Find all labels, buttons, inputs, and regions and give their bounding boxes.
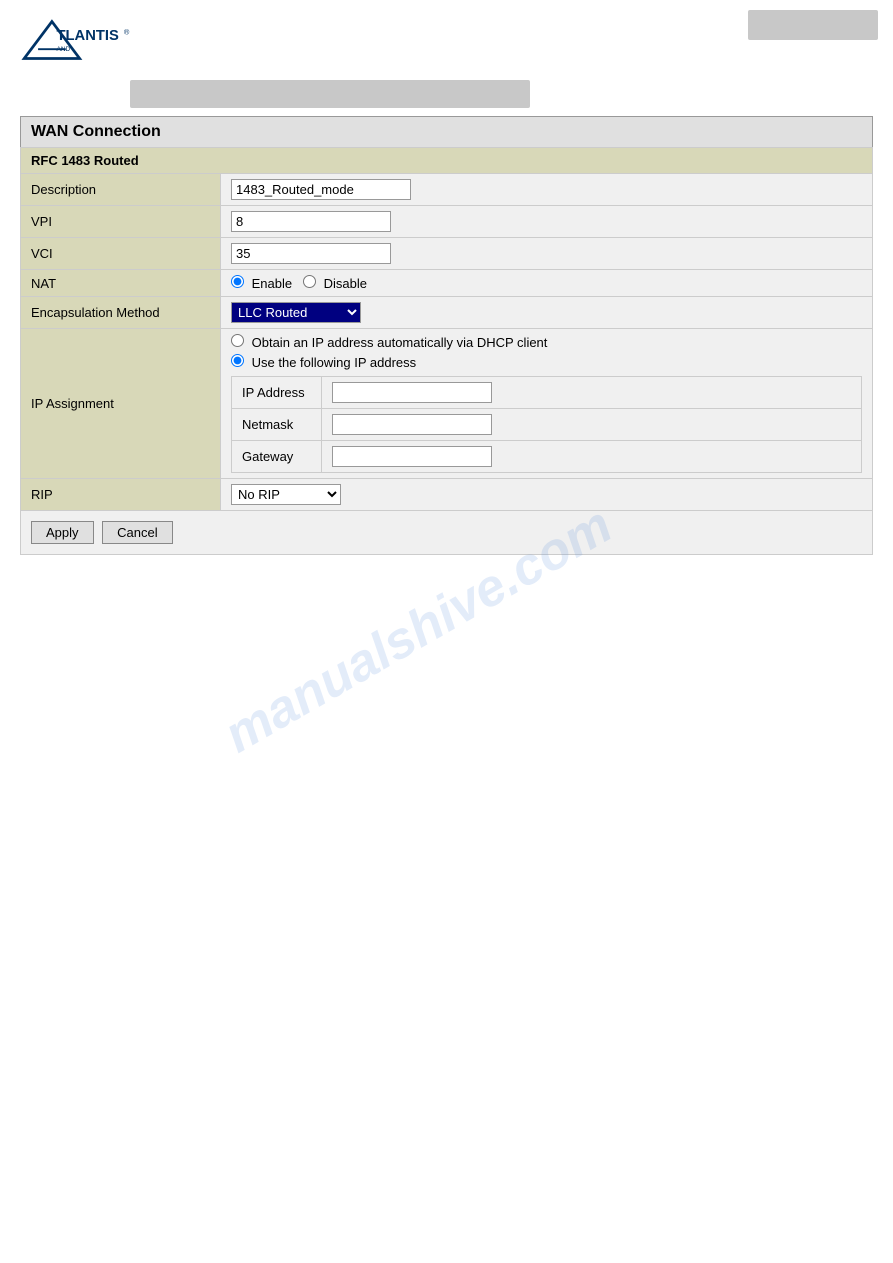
- description-label: Description: [21, 174, 221, 206]
- rip-row: RIP No RIP RIP v1 RIP v2: [21, 479, 873, 511]
- vpi-input[interactable]: [231, 211, 391, 232]
- header: TLANTIS AND ®: [0, 0, 893, 80]
- nat-disable-label[interactable]: Disable: [303, 276, 367, 291]
- nat-disable-text: Disable: [324, 276, 367, 291]
- subheader-cell: RFC 1483 Routed: [21, 148, 873, 174]
- main-content: WAN Connection RFC 1483 Routed Descripti…: [0, 116, 893, 555]
- ip-address-row: IP Address: [232, 377, 862, 409]
- logo-svg: TLANTIS AND ®: [15, 10, 135, 70]
- vci-value-cell: [221, 238, 873, 270]
- netmask-input[interactable]: [332, 414, 492, 435]
- ip-assignment-value-cell: Obtain an IP address automatically via D…: [221, 329, 873, 479]
- encap-select[interactable]: LLC Routed VC Routed: [231, 302, 361, 323]
- ip-manual-radio[interactable]: [231, 354, 244, 367]
- gateway-label: Gateway: [232, 441, 322, 473]
- ip-address-input-cell: [322, 377, 862, 409]
- apply-button[interactable]: Apply: [31, 521, 94, 544]
- nav-bar: [130, 80, 530, 108]
- netmask-input-cell: [322, 409, 862, 441]
- ip-assignment-row: IP Assignment Obtain an IP address autom…: [21, 329, 873, 479]
- vpi-label: VPI: [21, 206, 221, 238]
- description-row: Description: [21, 174, 873, 206]
- vpi-row: VPI: [21, 206, 873, 238]
- section-title: WAN Connection: [20, 116, 873, 147]
- buttons-row: Apply Cancel: [20, 511, 873, 555]
- description-input[interactable]: [231, 179, 411, 200]
- nat-enable-text: Enable: [252, 276, 292, 291]
- description-value-cell: [221, 174, 873, 206]
- svg-text:AND: AND: [57, 46, 71, 53]
- nat-disable-radio[interactable]: [303, 275, 316, 288]
- encap-label: Encapsulation Method: [21, 297, 221, 329]
- vci-input[interactable]: [231, 243, 391, 264]
- vpi-value-cell: [221, 206, 873, 238]
- netmask-row: Netmask: [232, 409, 862, 441]
- ip-manual-text: Use the following IP address: [252, 355, 417, 370]
- rip-select[interactable]: No RIP RIP v1 RIP v2: [231, 484, 341, 505]
- ip-dhcp-radio[interactable]: [231, 334, 244, 347]
- ip-manual-option: Use the following IP address: [231, 354, 862, 370]
- vci-row: VCI: [21, 238, 873, 270]
- ip-dhcp-option: Obtain an IP address automatically via D…: [231, 334, 862, 350]
- svg-text:TLANTIS: TLANTIS: [57, 28, 119, 44]
- encap-value-cell: LLC Routed VC Routed: [221, 297, 873, 329]
- rip-label: RIP: [21, 479, 221, 511]
- netmask-label: Netmask: [232, 409, 322, 441]
- ip-dhcp-text: Obtain an IP address automatically via D…: [252, 335, 548, 350]
- logo-area: TLANTIS AND ®: [15, 10, 135, 70]
- ip-address-label: IP Address: [232, 377, 322, 409]
- subheader-row: RFC 1483 Routed: [21, 148, 873, 174]
- ip-dhcp-label[interactable]: Obtain an IP address automatically via D…: [231, 335, 547, 350]
- logo-image: TLANTIS AND ®: [15, 10, 135, 70]
- form-table: RFC 1483 Routed Description VPI VCI NAT: [20, 147, 873, 511]
- nat-value-cell: Enable Disable: [221, 270, 873, 297]
- vci-label: VCI: [21, 238, 221, 270]
- nat-enable-radio[interactable]: [231, 275, 244, 288]
- ip-address-input[interactable]: [332, 382, 492, 403]
- encap-row: Encapsulation Method LLC Routed VC Route…: [21, 297, 873, 329]
- svg-text:®: ®: [124, 27, 130, 36]
- nat-label: NAT: [21, 270, 221, 297]
- nat-row: NAT Enable Disable: [21, 270, 873, 297]
- ip-sub-table: IP Address Netmask Gateway: [231, 376, 862, 473]
- gateway-row: Gateway: [232, 441, 862, 473]
- gateway-input[interactable]: [332, 446, 492, 467]
- nat-enable-label[interactable]: Enable: [231, 276, 296, 291]
- ip-manual-label[interactable]: Use the following IP address: [231, 355, 416, 370]
- rip-value-cell: No RIP RIP v1 RIP v2: [221, 479, 873, 511]
- cancel-button[interactable]: Cancel: [102, 521, 172, 544]
- top-right-box: [748, 10, 878, 40]
- ip-assignment-label: IP Assignment: [21, 329, 221, 479]
- gateway-input-cell: [322, 441, 862, 473]
